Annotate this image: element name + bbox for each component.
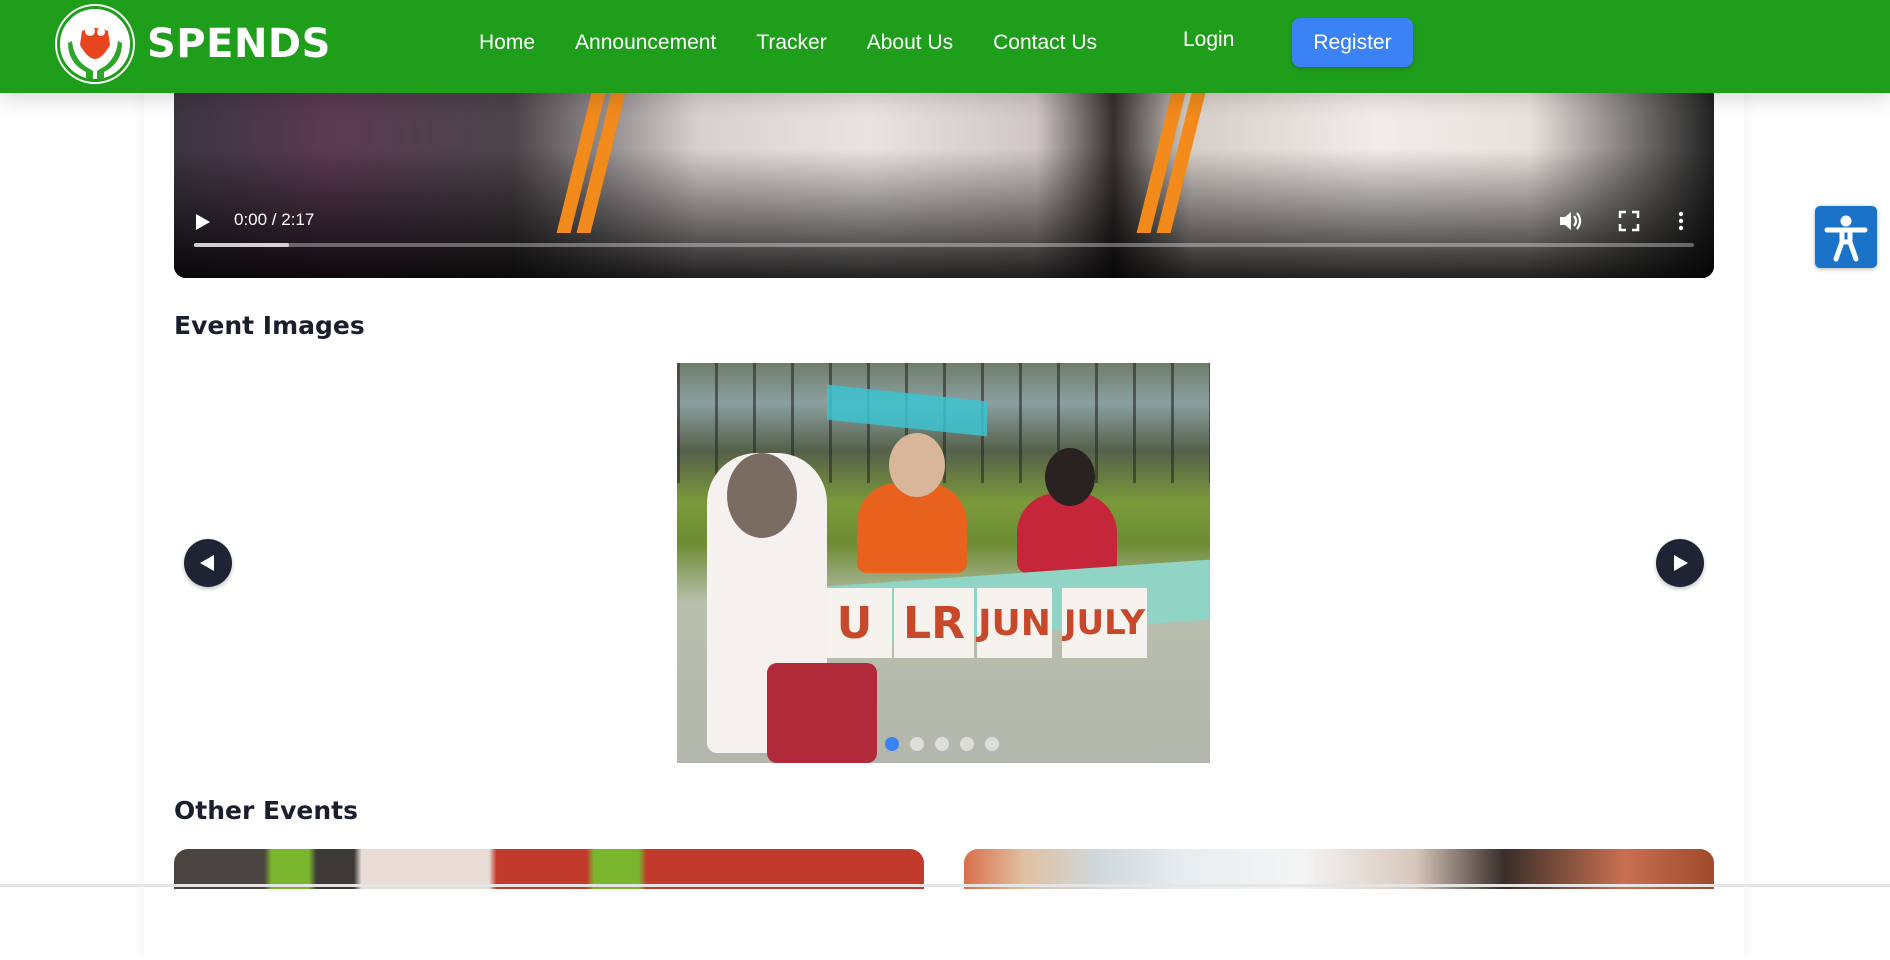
photo-person <box>1045 448 1095 506</box>
brand-name: SPENDS <box>147 21 331 67</box>
carousel-dot[interactable] <box>910 737 924 751</box>
play-icon[interactable] <box>196 214 210 230</box>
event-images-heading: Event Images <box>174 311 365 340</box>
video-player[interactable]: 0:00 / 2:17 <box>174 93 1714 278</box>
nav-link-contact-us[interactable]: Contact Us <box>993 31 1097 55</box>
nav-link-home[interactable]: Home <box>479 31 535 55</box>
other-events-heading: Other Events <box>174 796 358 825</box>
nav-link-about-us[interactable]: About Us <box>867 31 953 55</box>
photo-person <box>889 433 945 497</box>
accessibility-person-icon <box>1824 215 1868 262</box>
carousel-next-button[interactable] <box>1656 539 1704 587</box>
carousel-indicators <box>885 737 1010 751</box>
other-event-card[interactable] <box>964 849 1714 889</box>
photo-sign-label: U <box>817 588 892 658</box>
nav-link-announcement[interactable]: Announcement <box>575 31 716 55</box>
video-time: 0:00 / 2:17 <box>234 210 315 229</box>
carousel-dot[interactable] <box>885 737 899 751</box>
accessibility-button[interactable] <box>1815 206 1877 268</box>
other-event-card[interactable] <box>174 849 924 889</box>
volume-icon[interactable] <box>1558 210 1584 232</box>
carousel-dot[interactable] <box>935 737 949 751</box>
video-controls: 0:00 / 2:17 <box>174 188 1714 278</box>
photo-sign-label: JULY <box>1062 588 1147 658</box>
brand-logo-link[interactable]: SPENDS <box>57 6 331 82</box>
fullscreen-icon[interactable] <box>1618 210 1640 232</box>
carousel-dot[interactable] <box>960 737 974 751</box>
nav-links: Home Announcement Tracker About Us Conta… <box>479 0 1137 86</box>
photo-sign-label: JUN <box>977 588 1052 658</box>
chevron-right-icon <box>1674 555 1688 571</box>
photo-person <box>767 663 877 763</box>
hands-holding-heart-logo-icon <box>57 6 133 82</box>
more-vertical-icon[interactable] <box>1670 210 1692 232</box>
video-progress-bar[interactable] <box>194 243 1694 247</box>
photo-person <box>727 453 797 538</box>
carousel-dot[interactable] <box>985 737 999 751</box>
chevron-left-icon <box>200 555 214 571</box>
top-navbar: SPENDS Home Announcement Tracker About U… <box>0 0 1890 93</box>
video-buffered-bar <box>194 243 289 247</box>
photo-sign-label: LR <box>894 588 974 658</box>
carousel-prev-button[interactable] <box>184 539 232 587</box>
login-link[interactable]: Login <box>1183 28 1234 52</box>
event-image-slide: U LR JUN JULY <box>677 363 1210 763</box>
nav-link-tracker[interactable]: Tracker <box>756 31 826 55</box>
register-button[interactable]: Register <box>1292 18 1413 67</box>
